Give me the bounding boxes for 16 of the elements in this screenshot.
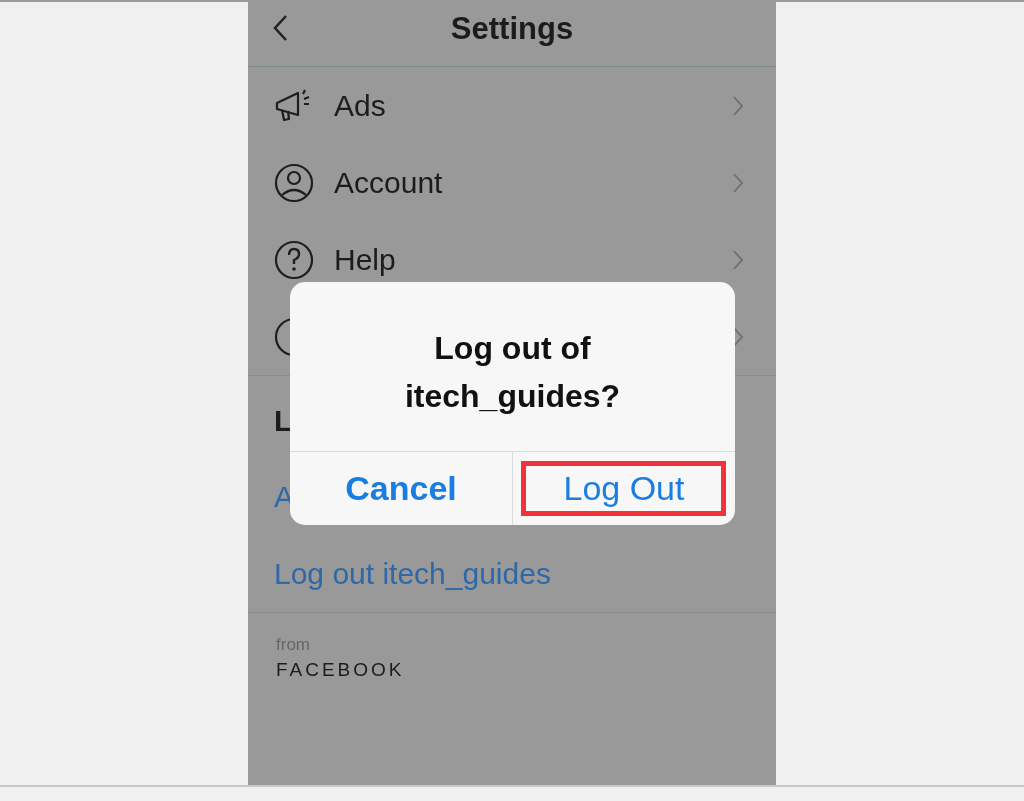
menu-item-label[interactable]: Help	[334, 242, 396, 277]
brand-label: FACEBOOK	[276, 659, 406, 681]
dialog-title: Log out of itech_guides?	[290, 282, 735, 452]
dialog-button[interactable]: Log Out	[512, 452, 735, 525]
chevron-icon	[732, 248, 744, 271]
person-icon	[274, 162, 314, 203]
account-link[interactable]: Log out itech_guides	[248, 535, 577, 612]
chevron-icon	[732, 325, 744, 348]
chevron-icon	[732, 171, 744, 194]
menu-item-label[interactable]: Account	[334, 165, 443, 200]
dialog-button[interactable]: Cancel	[290, 452, 512, 525]
chevron-icon	[732, 94, 744, 117]
help-icon	[274, 239, 314, 280]
menu-item-label[interactable]: Ads	[334, 88, 386, 123]
screen-title: Settings	[450, 11, 574, 47]
back-icon[interactable]	[272, 14, 288, 42]
